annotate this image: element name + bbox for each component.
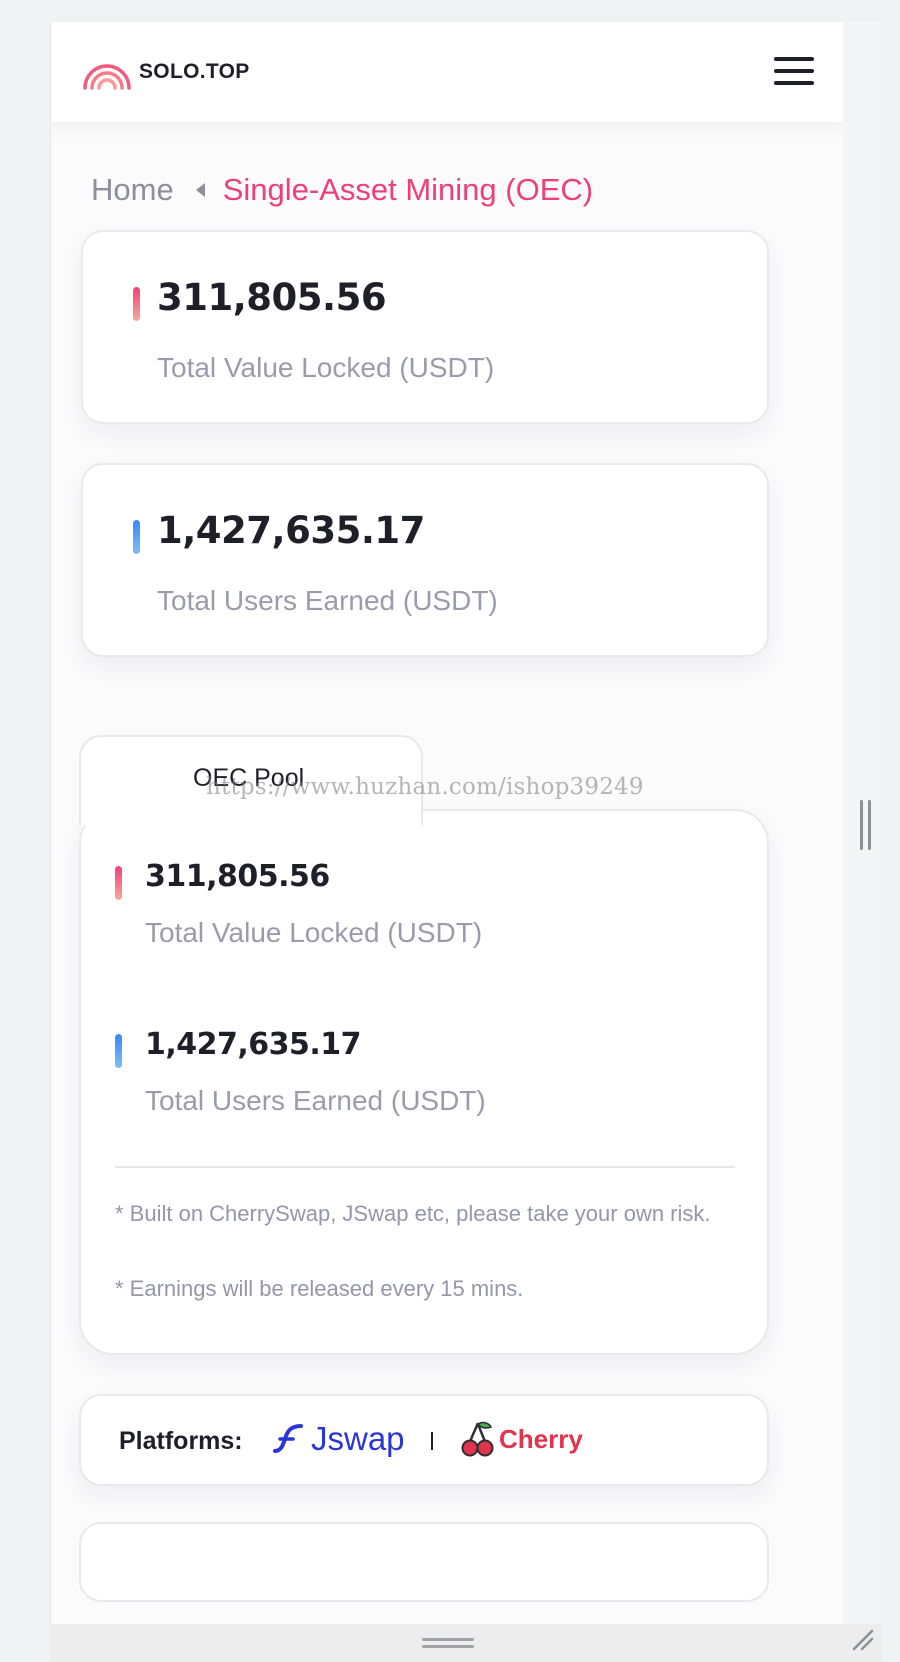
platforms-label: Platforms: — [119, 1427, 243, 1455]
tvl-value: 311,805.56 — [157, 276, 387, 319]
cherry-logo-icon — [461, 1421, 494, 1457]
earned-value: 1,427,635.17 — [157, 509, 425, 552]
tvl-label: Total Value Locked (USDT) — [157, 352, 495, 383]
earned-label: Total Users Earned (USDT) — [157, 585, 498, 616]
pool-note-release: * Earnings will be released every 15 min… — [115, 1276, 524, 1301]
app-viewport: SOLO.TOP Home Single-Asset Mining (OEC) … — [50, 22, 843, 1662]
resize-handle[interactable] — [860, 800, 872, 850]
stat-accent-bar — [133, 520, 140, 554]
breadcrumb-current: Single-Asset Mining (OEC) — [222, 172, 594, 207]
stat-accent-bar — [115, 866, 122, 900]
breadcrumb-home-link[interactable]: Home — [91, 172, 174, 208]
rainbow-logo-icon — [83, 64, 131, 90]
pool-earned-label: Total Users Earned (USDT) — [145, 1085, 486, 1116]
hamburger-menu-icon[interactable] — [774, 57, 814, 87]
stat-accent-bar — [115, 1034, 122, 1068]
platforms-card: Platforms: Jswap Cherry — [79, 1394, 769, 1486]
caret-left-icon — [195, 183, 205, 197]
pool-earned-value: 1,427,635.17 — [145, 1027, 362, 1062]
breadcrumb: Home Single-Asset Mining (OEC) — [91, 172, 593, 208]
platform-cherry-link[interactable]: Cherry — [461, 1421, 583, 1457]
platform-jswap-link[interactable]: Jswap — [271, 1420, 405, 1458]
summary-card-tvl: 311,805.56 Total Value Locked (USDT) — [81, 230, 769, 424]
pool-note-risk: * Built on CherrySwap, JSwap etc, please… — [115, 1201, 711, 1226]
bottom-drag-handle[interactable] — [422, 1638, 474, 1650]
watermark: https://www.huzhan.com/ishop39249 — [206, 774, 644, 800]
platform-jswap-name: Jswap — [311, 1420, 405, 1457]
logo-text: SOLO.TOP — [139, 60, 250, 83]
next-card-partial — [79, 1522, 769, 1602]
summary-card-earned: 1,427,635.17 Total Users Earned (USDT) — [81, 463, 769, 657]
jswap-logo-icon — [273, 1424, 303, 1453]
pool-tvl-value: 311,805.56 — [145, 859, 330, 894]
platform-cherry-name: Cherry — [499, 1423, 583, 1454]
pool-tvl-label: Total Value Locked (USDT) — [145, 917, 483, 948]
platform-separator — [431, 1432, 433, 1450]
site-logo[interactable]: SOLO.TOP — [81, 54, 250, 90]
oec-pool-card: 311,805.56 Total Value Locked (USDT) 1,4… — [79, 809, 769, 1355]
top-header: SOLO.TOP — [51, 22, 843, 122]
resize-corner-icon[interactable] — [848, 1625, 876, 1653]
divider — [115, 1166, 735, 1168]
stat-accent-bar — [133, 287, 140, 321]
